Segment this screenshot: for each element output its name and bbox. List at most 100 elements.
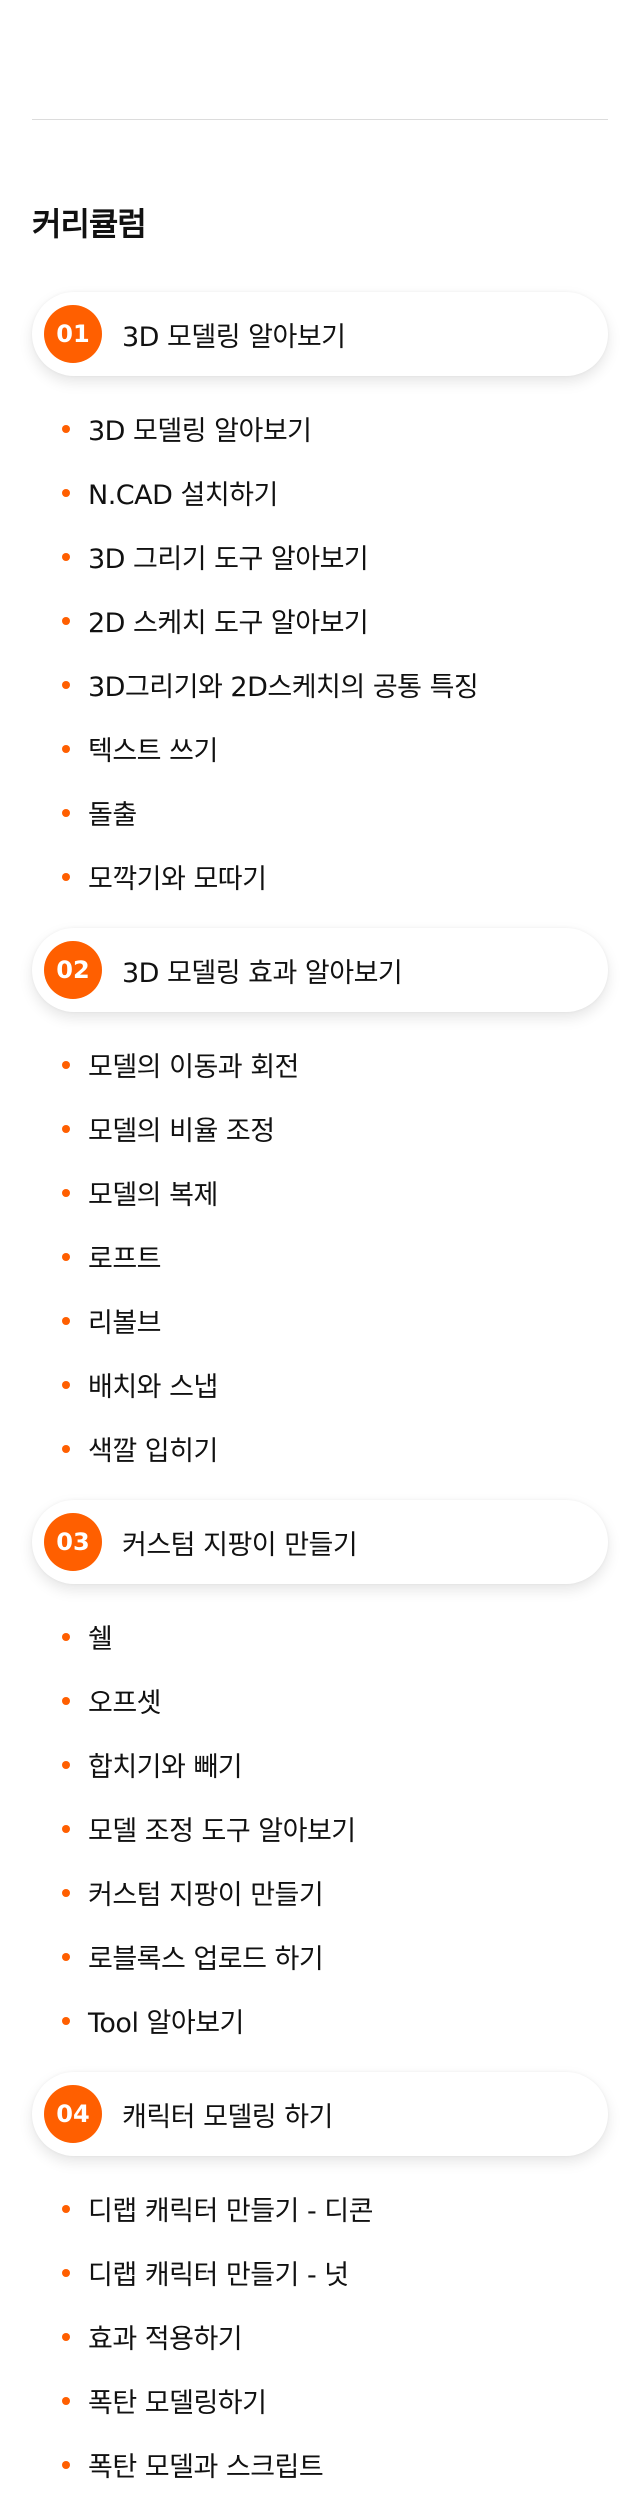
list-item: 모델의 복제 [32, 1160, 299, 1224]
curriculum-section-3: 03 커스텀 지팡이 만들기 쉘 오프셋 합치기와 빼기 모델 조정 도구 알아… [32, 1500, 608, 2039]
section-number-badge: 04 [44, 2085, 102, 2143]
list-item: 2D 스케치 도구 알아보기 [32, 588, 478, 652]
list-item: 합치기와 빼기 [32, 1732, 356, 1796]
list-item: 오프셋 [32, 1668, 356, 1732]
section-header[interactable]: 04 캐릭터 모델링 하기 [32, 2072, 608, 2156]
list-item: 색깔 입히기 [32, 1416, 299, 1480]
bullet-dot-icon [62, 2333, 70, 2341]
bullet-dot-icon [62, 1253, 70, 1261]
list-item: Tool 알아보기 [32, 1988, 356, 2052]
list-item-label: 모델의 복제 [88, 1179, 218, 1211]
curriculum-section-4: 04 캐릭터 모델링 하기 디랩 캐릭터 만들기 - 디콘 디랩 캐릭터 만들기… [32, 2072, 608, 2483]
section-item-list: 쉘 오프셋 합치기와 빼기 모델 조정 도구 알아보기 커스텀 지팡이 만들기 … [32, 1604, 356, 2052]
list-item-label: 모델 조정 도구 알아보기 [88, 1815, 356, 1847]
list-item-label: 오프셋 [88, 1687, 162, 1719]
list-item-label: 디랩 캐릭터 만들기 - 넛 [88, 2259, 349, 2291]
page-title: 커리큘럼 [32, 205, 147, 243]
bullet-dot-icon [62, 1889, 70, 1897]
list-item-label: 2D 스케치 도구 알아보기 [88, 607, 369, 639]
list-item: 3D 그리기 도구 알아보기 [32, 524, 478, 588]
list-item-label: 텍스트 쓰기 [88, 735, 218, 767]
bullet-dot-icon [62, 1825, 70, 1833]
bullet-dot-icon [62, 553, 70, 561]
bullet-dot-icon [62, 681, 70, 689]
bullet-dot-icon [62, 489, 70, 497]
section-header[interactable]: 03 커스텀 지팡이 만들기 [32, 1500, 608, 1584]
list-item-label: 3D그리기와 2D스케치의 공통 특징 [88, 671, 479, 703]
bullet-dot-icon [62, 2017, 70, 2025]
section-title: 3D 모델링 효과 알아보기 [122, 957, 403, 989]
top-divider [32, 119, 608, 120]
list-item-label: N.CAD 설치하기 [88, 479, 278, 511]
list-item-label: 로블록스 업로드 하기 [88, 1943, 324, 1975]
bullet-dot-icon [62, 1761, 70, 1769]
bullet-dot-icon [62, 425, 70, 433]
bullet-dot-icon [62, 1061, 70, 1069]
list-item: 텍스트 쓰기 [32, 716, 478, 780]
list-item-label: 모델의 이동과 회전 [88, 1051, 299, 1083]
list-item-label: 디랩 캐릭터 만들기 - 디콘 [88, 2195, 373, 2227]
bullet-dot-icon [62, 617, 70, 625]
list-item-label: 쉘 [88, 1623, 113, 1655]
section-title: 3D 모델링 알아보기 [122, 321, 346, 353]
list-item: 쉘 [32, 1604, 356, 1668]
list-item: 3D그리기와 2D스케치의 공통 특징 [32, 652, 479, 716]
section-title: 커스텀 지팡이 만들기 [122, 1529, 358, 1561]
bullet-dot-icon [62, 2269, 70, 2277]
list-item: 폭탄 모델과 스크립트 [32, 2432, 373, 2496]
list-item: N.CAD 설치하기 [32, 460, 478, 524]
bullet-dot-icon [62, 2461, 70, 2469]
list-item: 모델의 이동과 회전 [32, 1032, 299, 1096]
bullet-dot-icon [62, 1697, 70, 1705]
list-item-label: 3D 모델링 알아보기 [88, 415, 312, 447]
list-item: 모델 조정 도구 알아보기 [32, 1796, 356, 1860]
bullet-dot-icon [62, 1125, 70, 1133]
list-item-label: 3D 그리기 도구 알아보기 [88, 543, 369, 575]
list-item-label: 효과 적용하기 [88, 2323, 243, 2355]
bullet-dot-icon [62, 873, 70, 881]
list-item-label: 로프트 [88, 1243, 162, 1275]
bullet-dot-icon [62, 745, 70, 753]
curriculum-section-2: 02 3D 모델링 효과 알아보기 모델의 이동과 회전 모델의 비율 조정 모… [32, 928, 608, 1467]
list-item-label: 폭탄 모델과 스크립트 [88, 2451, 324, 2483]
list-item: 로블록스 업로드 하기 [32, 1924, 356, 1988]
section-title: 캐릭터 모델링 하기 [122, 2101, 333, 2133]
bullet-dot-icon [62, 1317, 70, 1325]
bullet-dot-icon [62, 2205, 70, 2213]
list-item-label: 돌출 [88, 799, 137, 831]
list-item: 모델의 비율 조정 [32, 1096, 299, 1160]
list-item-label: 모델의 비율 조정 [88, 1115, 275, 1147]
list-item: 디랩 캐릭터 만들기 - 넛 [32, 2240, 373, 2304]
list-item-label: 폭탄 모델링하기 [88, 2387, 267, 2419]
list-item: 모깍기와 모따기 [32, 844, 478, 908]
bullet-dot-icon [62, 809, 70, 817]
section-number-badge: 02 [44, 941, 102, 999]
list-item: 폭탄 모델링하기 [32, 2368, 373, 2432]
list-item-label: 색깔 입히기 [88, 1435, 218, 1467]
list-item: 돌출 [32, 780, 478, 844]
list-item-label: Tool 알아보기 [88, 2007, 244, 2039]
bullet-dot-icon [62, 1953, 70, 1961]
list-item: 배치와 스냅 [32, 1352, 299, 1416]
list-item-label: 커스텀 지팡이 만들기 [88, 1879, 324, 1911]
section-item-list: 모델의 이동과 회전 모델의 비율 조정 모델의 복제 로프트 리볼브 배치와 … [32, 1032, 299, 1480]
list-item-label: 배치와 스냅 [88, 1371, 218, 1403]
section-header[interactable]: 01 3D 모델링 알아보기 [32, 292, 608, 376]
list-item: 3D 모델링 알아보기 [32, 396, 478, 460]
bullet-dot-icon [62, 1445, 70, 1453]
section-number-badge: 03 [44, 1513, 102, 1571]
curriculum-section-1: 01 3D 모델링 알아보기 3D 모델링 알아보기 N.CAD 설치하기 3D… [32, 292, 608, 895]
section-item-list: 디랩 캐릭터 만들기 - 디콘 디랩 캐릭터 만들기 - 넛 효과 적용하기 폭… [32, 2176, 373, 2496]
list-item: 커스텀 지팡이 만들기 [32, 1860, 356, 1924]
section-number-badge: 01 [44, 305, 102, 363]
list-item-label: 합치기와 빼기 [88, 1751, 243, 1783]
bullet-dot-icon [62, 1381, 70, 1389]
bullet-dot-icon [62, 2397, 70, 2405]
list-item: 효과 적용하기 [32, 2304, 373, 2368]
list-item: 로프트 [32, 1224, 299, 1288]
list-item-label: 모깍기와 모따기 [88, 863, 267, 895]
list-item: 리볼브 [32, 1288, 299, 1352]
list-item-label: 리볼브 [88, 1307, 162, 1339]
bullet-dot-icon [62, 1633, 70, 1641]
section-header[interactable]: 02 3D 모델링 효과 알아보기 [32, 928, 608, 1012]
